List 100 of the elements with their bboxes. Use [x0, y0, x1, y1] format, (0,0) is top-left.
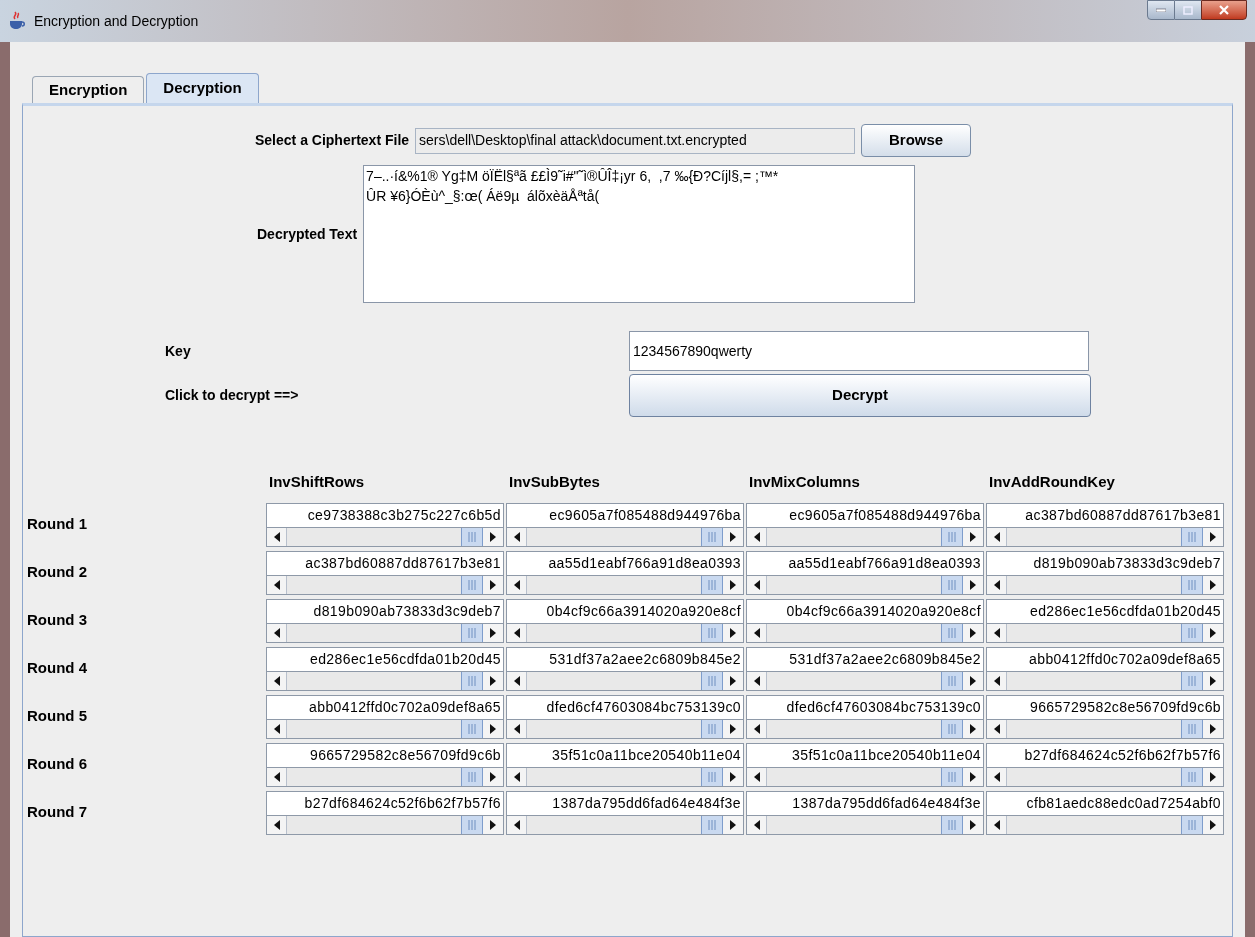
hex-field[interactable]: b27df684624c52f6b62f7b57f6 — [986, 742, 1224, 767]
scroll-bar[interactable] — [506, 718, 744, 739]
right-arrow-icon — [970, 723, 976, 734]
right-arrow-icon — [1210, 675, 1216, 686]
right-arrow-icon — [970, 819, 976, 830]
grip-icon — [468, 627, 476, 638]
grip-icon — [948, 771, 956, 782]
scroll-bar[interactable] — [506, 526, 744, 547]
hex-field[interactable]: 531df37a2aee2c6809b845e2 — [506, 646, 744, 671]
hex-field[interactable]: ec9605a7f085488d944976ba — [746, 502, 984, 527]
minimize-button[interactable] — [1147, 0, 1175, 20]
left-arrow-icon — [513, 579, 520, 590]
hex-field[interactable]: cfb81aedc88edc0ad7254abf0 — [986, 790, 1224, 815]
scroll-bar[interactable] — [266, 622, 504, 643]
left-arrow-icon — [273, 819, 280, 830]
right-arrow-icon — [730, 627, 736, 638]
hex-field[interactable]: ce9738388c3b275c227c6b5d — [266, 502, 504, 527]
hex-field[interactable]: dfed6cf47603084bc753139c0 — [506, 694, 744, 719]
hex-field[interactable]: ac387bd60887dd87617b3e81 — [986, 502, 1224, 527]
scroll-bar[interactable] — [266, 814, 504, 835]
decrypted-text-area[interactable]: 7–..·í&%1® Yg‡M öÏËl§ªã ££Ì9˜i#"˜ì®ÛÎ‡¡yr 6, ,7 ‰{Ð?Cíjl§,= ;™* ÛR ¥6}ÓÈù^_§:œ( Áë9µ álõxèäÅªtå( — [363, 165, 916, 303]
right-arrow-icon — [970, 627, 976, 638]
scroll-bar[interactable] — [746, 814, 984, 835]
scroll-bar[interactable] — [266, 670, 504, 691]
grip-icon — [1188, 531, 1196, 542]
right-arrow-icon — [730, 819, 736, 830]
left-arrow-icon — [273, 771, 280, 782]
scroll-bar[interactable] — [506, 766, 744, 787]
hex-field[interactable]: ac387bd60887dd87617b3e81 — [266, 550, 504, 575]
scroll-bar[interactable] — [506, 622, 744, 643]
hex-field[interactable]: aa55d1eabf766a91d8ea0393 — [506, 550, 744, 575]
scroll-bar[interactable] — [746, 526, 984, 547]
hex-field[interactable]: ec9605a7f085488d944976ba — [506, 502, 744, 527]
hex-field[interactable]: 35f51c0a11bce20540b11e04 — [746, 742, 984, 767]
right-arrow-icon — [490, 579, 496, 590]
hex-field[interactable]: 0b4cf9c66a3914020a920e8cf — [746, 598, 984, 623]
hex-field[interactable]: dfed6cf47603084bc753139c0 — [746, 694, 984, 719]
scroll-bar[interactable] — [506, 814, 744, 835]
maximize-button[interactable] — [1175, 0, 1201, 20]
hex-field[interactable]: d819b090ab73833d3c9deb7 — [986, 550, 1224, 575]
scroll-bar[interactable] — [746, 670, 984, 691]
scroll-bar[interactable] — [986, 622, 1224, 643]
grip-icon — [948, 579, 956, 590]
hex-field[interactable]: 9665729582c8e56709fd9c6b — [266, 742, 504, 767]
grip-icon — [948, 723, 956, 734]
hex-field[interactable]: 9665729582c8e56709fd9c6b — [986, 694, 1224, 719]
decrypt-button[interactable]: Decrypt — [629, 374, 1091, 417]
grip-icon — [708, 723, 716, 734]
hex-field[interactable]: ed286ec1e56cdfda01b20d45 — [266, 646, 504, 671]
scroll-bar[interactable] — [986, 718, 1224, 739]
hex-field[interactable]: 1387da795dd6fad64e484f3e — [506, 790, 744, 815]
grip-icon — [708, 579, 716, 590]
tab[interactable]: Encryption — [32, 76, 145, 103]
hex-field[interactable]: abb0412ffd0c702a09def8a65 — [266, 694, 504, 719]
scroll-bar[interactable] — [986, 766, 1224, 787]
scroll-bar[interactable] — [746, 574, 984, 595]
grip-icon — [468, 675, 476, 686]
right-arrow-icon — [730, 723, 736, 734]
scroll-bar[interactable] — [266, 574, 504, 595]
scroll-bar[interactable] — [266, 718, 504, 739]
hex-field[interactable]: abb0412ffd0c702a09def8a65 — [986, 646, 1224, 671]
scroll-bar[interactable] — [986, 574, 1224, 595]
close-button[interactable] — [1201, 0, 1247, 20]
tab[interactable]: Decryption — [146, 73, 259, 103]
close-icon — [1218, 5, 1230, 15]
hex-field[interactable]: 1387da795dd6fad64e484f3e — [746, 790, 984, 815]
column-header: InvSubBytes — [508, 472, 601, 492]
scroll-bar[interactable] — [746, 766, 984, 787]
hex-field[interactable]: 0b4cf9c66a3914020a920e8cf — [506, 598, 744, 623]
decrypted-text-label: Decrypted Text — [257, 224, 358, 244]
coffee-cup-icon — [8, 11, 26, 31]
scroll-bar[interactable] — [266, 526, 504, 547]
grip-icon — [1188, 675, 1196, 686]
scroll-bar[interactable] — [986, 814, 1224, 835]
file-path-field[interactable]: sers\dell\Desktop\final attack\document.txt.encrypted — [415, 127, 856, 154]
scroll-bar[interactable] — [746, 622, 984, 643]
hex-field[interactable]: 35f51c0a11bce20540b11e04 — [506, 742, 744, 767]
scroll-bar[interactable] — [506, 574, 744, 595]
hex-field[interactable]: aa55d1eabf766a91d8ea0393 — [746, 550, 984, 575]
right-arrow-icon — [730, 579, 736, 590]
left-arrow-icon — [273, 675, 280, 686]
left-arrow-icon — [993, 627, 1000, 638]
scroll-bar[interactable] — [986, 670, 1224, 691]
column-header: InvShiftRows — [268, 472, 365, 492]
hex-field[interactable]: 531df37a2aee2c6809b845e2 — [746, 646, 984, 671]
right-arrow-icon — [490, 531, 496, 542]
hex-field[interactable]: ed286ec1e56cdfda01b20d45 — [986, 598, 1224, 623]
key-field[interactable]: 1234567890qwerty — [629, 331, 1089, 371]
hex-field[interactable]: b27df684624c52f6b62f7b57f6 — [266, 790, 504, 815]
right-arrow-icon — [730, 675, 736, 686]
browse-button[interactable]: Browse — [861, 124, 972, 157]
scroll-bar[interactable] — [266, 766, 504, 787]
left-arrow-icon — [753, 771, 760, 782]
scroll-bar[interactable] — [506, 670, 744, 691]
right-arrow-icon — [970, 771, 976, 782]
scroll-bar[interactable] — [746, 718, 984, 739]
grip-icon — [1188, 579, 1196, 590]
right-arrow-icon — [1210, 579, 1216, 590]
hex-field[interactable]: d819b090ab73833d3c9deb7 — [266, 598, 504, 623]
scroll-bar[interactable] — [986, 526, 1224, 547]
